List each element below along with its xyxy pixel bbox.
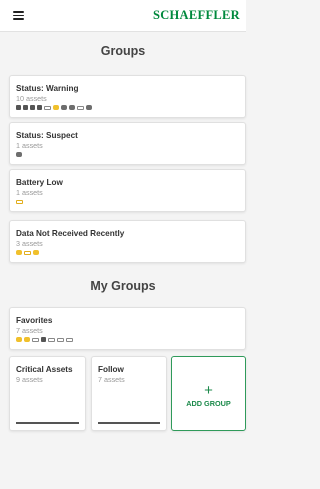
group-card-count: 1 assets xyxy=(16,141,43,150)
group-card-favorites[interactable]: Favorites 7 assets xyxy=(9,307,246,350)
asset-status-icons xyxy=(16,151,22,158)
group-card-count: 7 assets xyxy=(16,326,43,335)
group-card-status-suspect[interactable]: Status: Suspect 1 assets xyxy=(9,122,246,165)
sensor-icon xyxy=(23,105,28,110)
group-card-follow[interactable]: Follow 7 assets xyxy=(91,356,167,431)
sensor-icon xyxy=(37,105,42,110)
group-card-data-not-received[interactable]: Data Not Received Recently 3 assets xyxy=(9,220,246,263)
battery-icon xyxy=(48,337,55,342)
sensor-icon xyxy=(16,105,21,110)
gateway-icon xyxy=(16,152,22,157)
group-card-count: 9 assets xyxy=(16,375,43,384)
asset-status-icons xyxy=(16,104,92,111)
asset-status-icons xyxy=(16,249,39,256)
group-card-count: 10 assets xyxy=(16,94,47,103)
warning-sensor-icon xyxy=(16,337,22,342)
card-progress-line xyxy=(98,422,160,424)
battery-low-icon xyxy=(24,250,31,255)
my-groups-heading: My Groups xyxy=(90,279,156,293)
hamburger-menu-icon[interactable] xyxy=(13,11,24,20)
sensor-icon xyxy=(41,337,46,342)
battery-icon xyxy=(77,105,84,110)
card-progress-line xyxy=(16,422,79,424)
asset-status-icons xyxy=(16,198,23,205)
battery-low-icon xyxy=(16,199,23,204)
warning-sensor-icon xyxy=(53,105,59,110)
group-card-count: 1 assets xyxy=(16,188,43,197)
warning-sensor-icon xyxy=(24,337,30,342)
group-card-battery-low[interactable]: Battery Low 1 assets xyxy=(9,169,246,212)
group-card-critical-assets[interactable]: Critical Assets 9 assets xyxy=(9,356,86,431)
add-group-button[interactable]: + ADD GROUP xyxy=(171,356,246,431)
top-app-bar: SCHAEFFLER xyxy=(0,0,246,32)
battery-icon xyxy=(32,337,39,342)
add-group-label: ADD GROUP xyxy=(186,399,231,408)
gateway-icon xyxy=(61,105,67,110)
asset-status-icons xyxy=(16,336,73,343)
group-card-title: Follow xyxy=(98,365,124,374)
sensor-icon xyxy=(30,105,35,110)
group-card-title: Status: Warning xyxy=(16,84,79,93)
group-card-count: 3 assets xyxy=(16,239,43,248)
battery-icon xyxy=(44,105,51,110)
group-card-title: Battery Low xyxy=(16,178,63,187)
gateway-icon xyxy=(86,105,92,110)
group-card-status-warning[interactable]: Status: Warning 10 assets xyxy=(9,75,246,118)
plus-icon: + xyxy=(204,382,213,399)
group-card-title: Data Not Received Recently xyxy=(16,229,125,238)
battery-icon xyxy=(57,337,64,342)
group-card-count: 7 assets xyxy=(98,375,125,384)
brand-logo: SCHAEFFLER xyxy=(152,8,240,22)
battery-icon xyxy=(66,337,73,342)
group-card-title: Status: Suspect xyxy=(16,131,78,140)
group-card-title: Favorites xyxy=(16,316,53,325)
group-card-title: Critical Assets xyxy=(16,365,73,374)
groups-heading: Groups xyxy=(100,44,146,58)
warning-sensor-icon xyxy=(33,250,39,255)
gateway-icon xyxy=(69,105,75,110)
warning-sensor-icon xyxy=(16,250,22,255)
